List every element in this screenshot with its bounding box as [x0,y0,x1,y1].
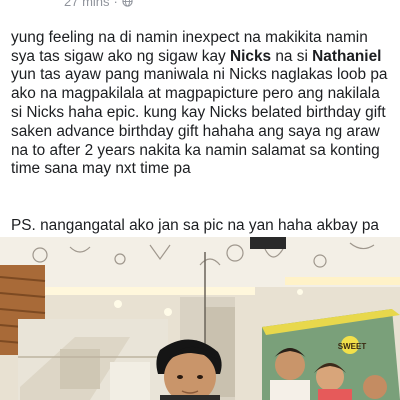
poster-sign-text: SWEET [338,342,367,351]
post-text-part: na si [271,47,313,65]
post-text-part: yun tas ayaw pang maniwala ni Nicks nagl… [11,66,388,178]
mention-nathaniel[interactable]: Nathaniel [312,48,381,65]
meta-separator: · [113,0,118,9]
post-photo[interactable]: SWEET [0,237,400,400]
post-timestamp[interactable]: 27 mins [64,0,110,9]
facebook-post: 27 mins · yung feeling na di namin inexp… [0,0,400,400]
globe-icon [122,0,133,7]
post-body: yung feeling na di namin inexpect na mak… [11,10,395,273]
post-meta: 27 mins · [64,0,133,9]
mention-nicks[interactable]: Nicks [230,48,271,65]
shelving [18,319,168,400]
photo-scene: SWEET [0,237,400,400]
post-paragraph: yung feeling na di namin inexpect na mak… [11,29,395,179]
